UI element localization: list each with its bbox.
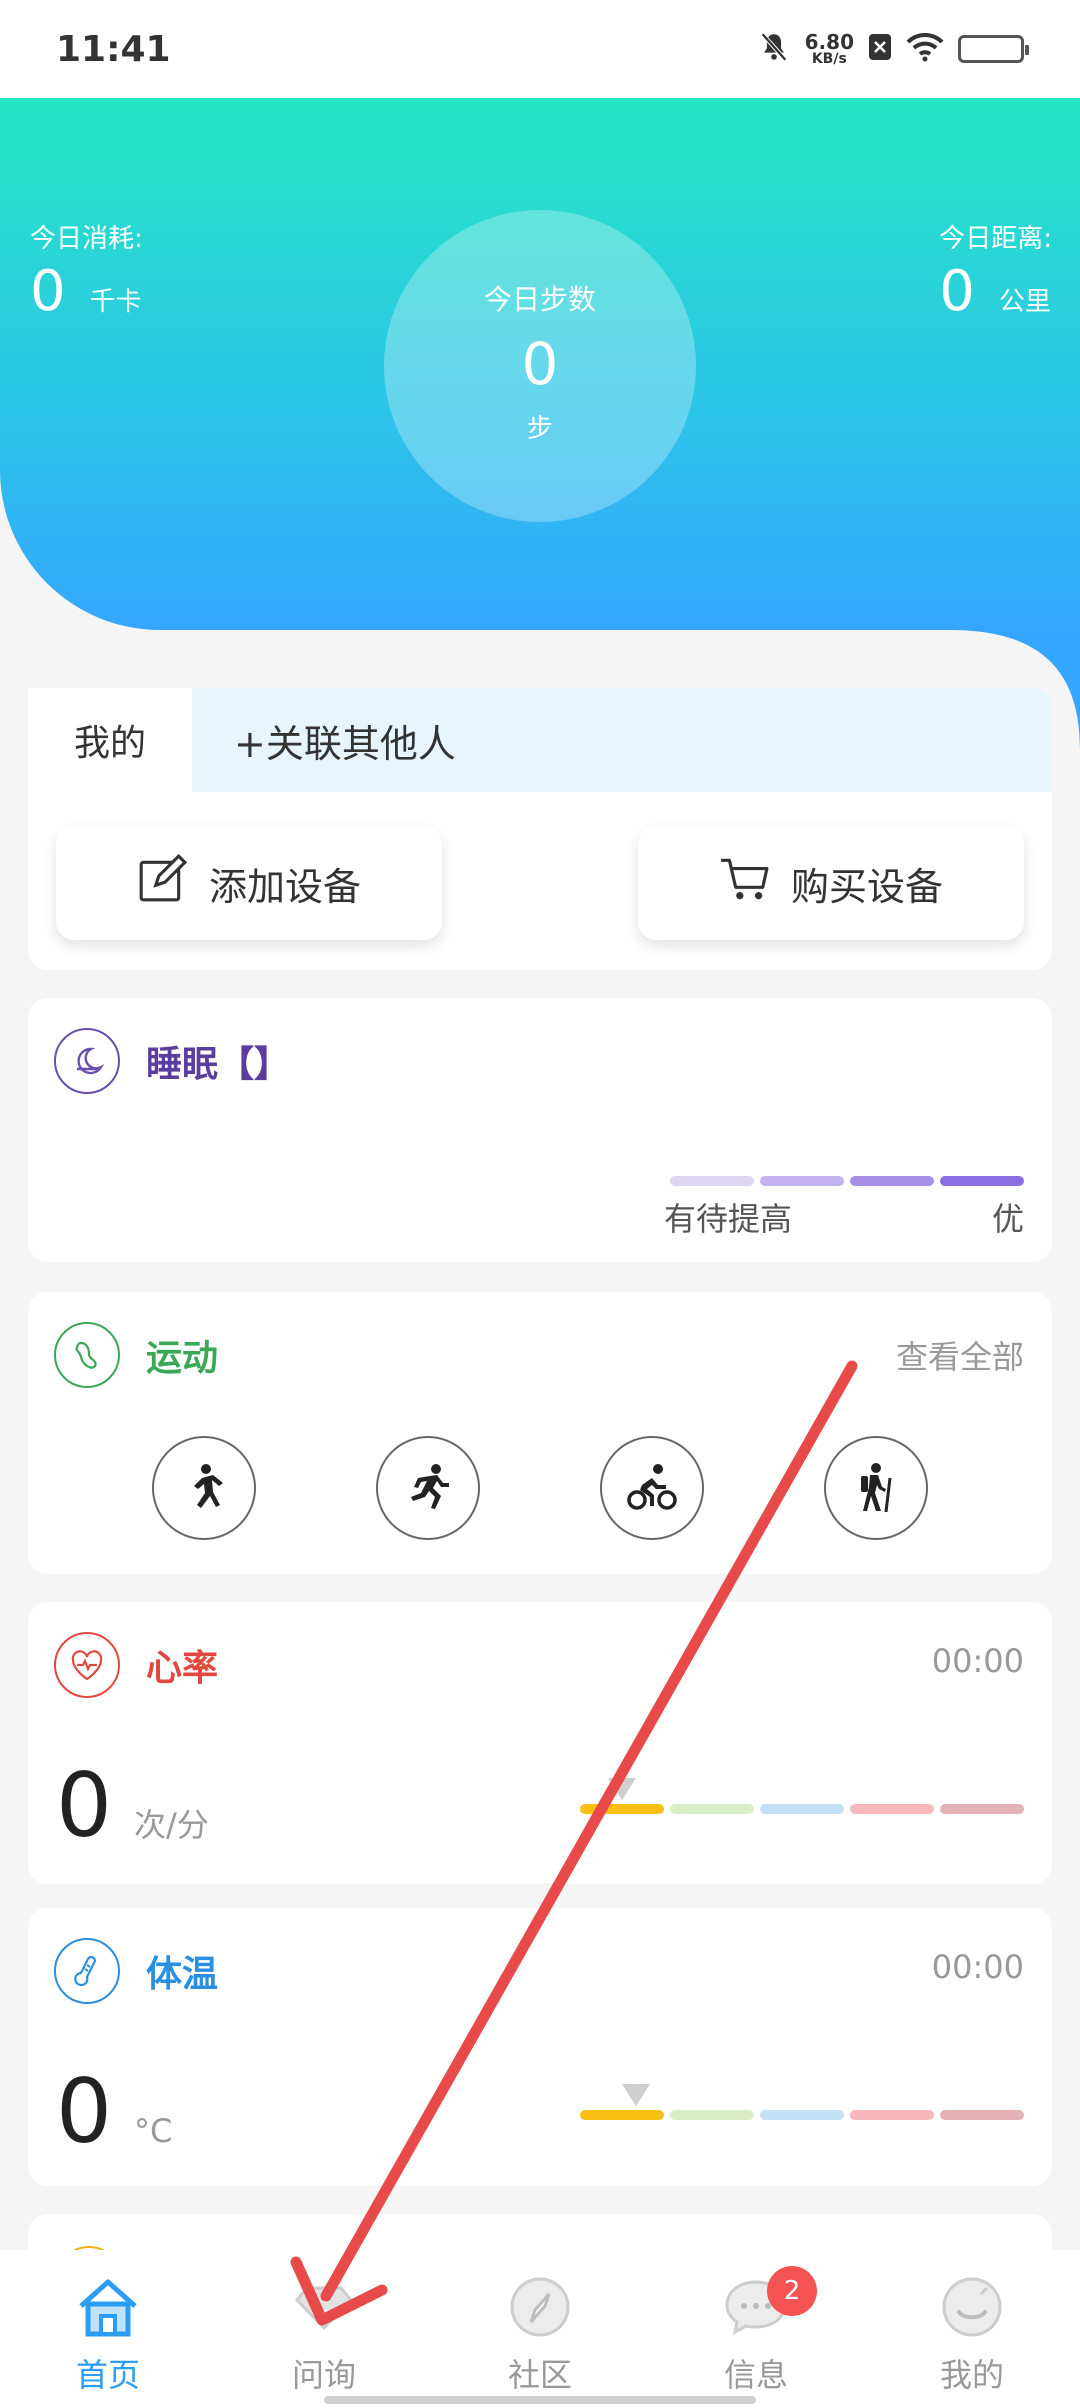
- edit-icon: [137, 853, 188, 913]
- calories-unit: 千卡: [89, 287, 142, 317]
- distance-stat: 今日距离: 0 公里: [939, 218, 1052, 324]
- distance-label: 今日距离:: [939, 224, 1052, 254]
- view-all-link[interactable]: 查看全部: [896, 1332, 1024, 1378]
- user-tabs: 我的 +关联其他人: [28, 688, 1052, 792]
- nav-consult-label: 问询: [291, 2356, 356, 2394]
- nav-profile[interactable]: 我的: [887, 2272, 1057, 2396]
- nav-profile-label: 我的: [939, 2356, 1004, 2394]
- sleep-card[interactable]: 睡眠【】 有待提高 优: [28, 998, 1052, 1262]
- thermometer-icon: [54, 1938, 120, 2004]
- moon-icon: [54, 1028, 120, 1094]
- temperature-unit: °C: [134, 2112, 173, 2150]
- devices-card: 我的 +关联其他人 添加设备 购买设备: [28, 688, 1052, 970]
- nav-consult[interactable]: 问询: [239, 2272, 409, 2396]
- sleep-title: 睡眠【】: [146, 1044, 291, 1085]
- home-icon: [73, 2272, 143, 2342]
- nav-community-label: 社区: [507, 2356, 572, 2394]
- buy-device-label: 购买设备: [790, 864, 943, 909]
- cycling-icon: [627, 1464, 677, 1510]
- add-device-label: 添加设备: [208, 864, 361, 909]
- footprint-icon: [54, 1322, 120, 1388]
- heart-rate-time: 00:00: [931, 1642, 1024, 1680]
- battery-icon: [958, 35, 1029, 63]
- steps-circle[interactable]: 今日步数 0 步: [384, 210, 696, 522]
- running-icon: [411, 1464, 449, 1509]
- sleep-scale-high-label: 优: [991, 1200, 1024, 1238]
- temperature-card[interactable]: 体温 00:00 0 °C: [28, 1908, 1052, 2186]
- nav-home-label: 首页: [75, 2356, 140, 2394]
- heart-rate-marker: [608, 1778, 636, 1800]
- status-icons: 6.80 KB/s: [757, 30, 1029, 68]
- calories-value: 0: [30, 259, 66, 324]
- steps-unit: 步: [526, 413, 553, 444]
- heart-rate-range-scale: [580, 1804, 1024, 1814]
- running-button[interactable]: [376, 1436, 480, 1540]
- distance-unit: 公里: [998, 287, 1051, 317]
- tab-mine[interactable]: 我的: [28, 688, 192, 792]
- consult-icon: [289, 2272, 359, 2342]
- temperature-marker: [622, 2084, 650, 2106]
- status-bar: 11:41 6.80 KB/s: [0, 0, 1080, 98]
- temperature-title: 体温: [146, 1954, 219, 1995]
- heart-pulse-icon: [54, 1632, 120, 1698]
- sport-card: 运动 查看全部: [28, 1292, 1052, 1574]
- tab-link-others[interactable]: +关联其他人: [192, 688, 1052, 792]
- nav-home[interactable]: 首页: [23, 2272, 193, 2396]
- heart-rate-title: 心率: [146, 1648, 219, 1689]
- status-time: 11:41: [56, 28, 171, 70]
- messages-badge: 2: [767, 2266, 817, 2316]
- hiking-button[interactable]: [824, 1436, 928, 1540]
- temperature-time: 00:00: [931, 1948, 1024, 1986]
- cycling-button[interactable]: [600, 1436, 704, 1540]
- sport-types: [152, 1436, 928, 1540]
- distance-value: 0: [939, 259, 975, 324]
- profile-icon: [937, 2272, 1007, 2342]
- heart-rate-card[interactable]: 心率 00:00 0 次/分: [28, 1602, 1052, 1884]
- wifi-icon: [906, 32, 944, 66]
- hiking-icon: [861, 1463, 892, 1513]
- sport-title: 运动: [146, 1338, 219, 1379]
- walking-button[interactable]: [152, 1436, 256, 1540]
- no-sim-icon: [868, 33, 892, 65]
- calories-label: 今日消耗:: [30, 224, 143, 254]
- walking-icon: [194, 1464, 223, 1508]
- cart-icon: [719, 854, 769, 913]
- steps-value: 0: [521, 329, 559, 398]
- steps-label: 今日步数: [483, 282, 596, 316]
- home-indicator: [324, 2396, 756, 2404]
- calories-stat: 今日消耗: 0 千卡: [30, 218, 143, 324]
- heart-rate-value: 0: [56, 1754, 112, 1857]
- mute-bell-icon: [757, 30, 791, 68]
- sleep-quality-scale: [670, 1176, 1024, 1186]
- compass-icon: [505, 2272, 575, 2342]
- nav-messages-label: 信息: [723, 2356, 788, 2394]
- temperature-range-scale: [580, 2110, 1024, 2120]
- bottom-navigation: 首页 问询 社区 2 信息 我的: [0, 2250, 1080, 2408]
- temperature-value: 0: [56, 2060, 112, 2163]
- nav-messages[interactable]: 2 信息: [671, 2266, 841, 2396]
- sleep-scale-low-label: 有待提高: [664, 1200, 793, 1238]
- heart-rate-unit: 次/分: [134, 1806, 209, 1844]
- network-speed: 6.80 KB/s: [804, 30, 854, 67]
- nav-community[interactable]: 社区: [455, 2272, 625, 2396]
- add-device-button[interactable]: 添加设备: [56, 826, 442, 940]
- buy-device-button[interactable]: 购买设备: [638, 826, 1024, 940]
